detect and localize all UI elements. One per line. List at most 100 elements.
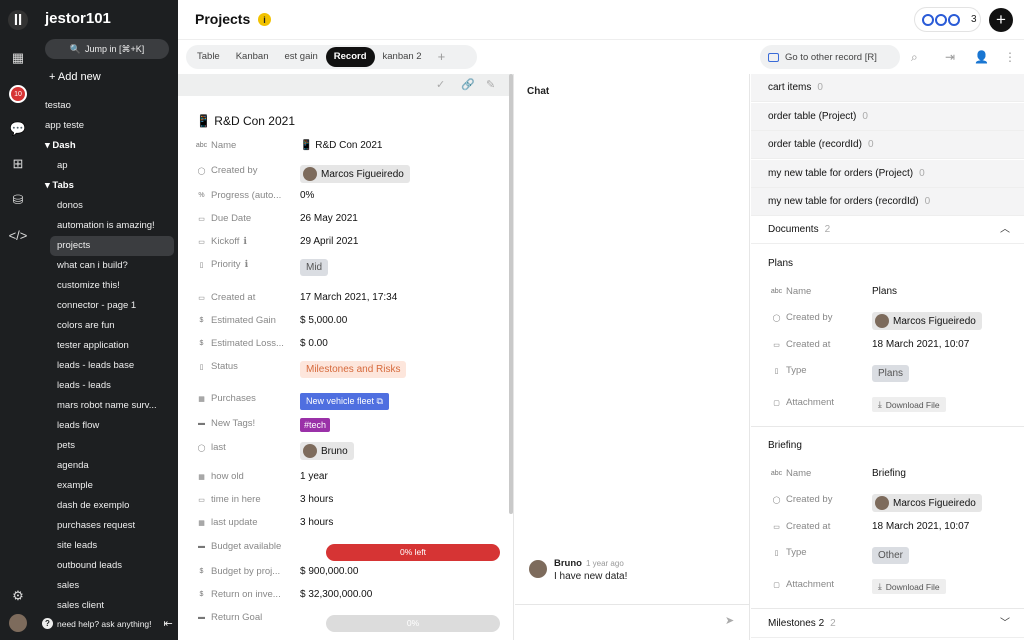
sidebar-item[interactable]: automation is amazing!	[36, 216, 178, 236]
sidebar-item[interactable]: customize this!	[36, 276, 178, 296]
exit-icon[interactable]: ⇥	[945, 50, 955, 64]
sidebar-item[interactable]: agenda	[36, 456, 178, 476]
field-value[interactable]: 18 March 2021, 10:07	[872, 521, 969, 532]
field-value[interactable]: 3 hours	[300, 517, 333, 528]
field-value[interactable]: Other	[872, 547, 910, 564]
user-avatar[interactable]	[8, 613, 28, 633]
related-table-row[interactable]: my new table for orders (Project) 0	[751, 159, 1024, 188]
jump-search-button[interactable]: 🔍 Jump in [⌘+K]	[45, 39, 169, 59]
download-file-button[interactable]: ⤓ Download File	[872, 579, 946, 594]
person-chip[interactable]: Marcos Figueiredo	[300, 165, 410, 183]
notifications-badge[interactable]: 10	[8, 84, 28, 104]
add-button[interactable]: +	[989, 8, 1013, 32]
nav-group[interactable]: ▾ Tabs	[36, 176, 178, 196]
nav-group[interactable]: ▾ Dash	[36, 136, 178, 156]
sidebar-item[interactable]: testao	[36, 96, 178, 116]
field-value[interactable]: New vehicle fleet ⧉	[300, 393, 389, 410]
field-value[interactable]: 17 March 2021, 17:34	[300, 292, 397, 303]
sidebar-item[interactable]: colors are fun	[36, 316, 178, 336]
tag-chip[interactable]: #tech	[300, 418, 331, 432]
field-value[interactable]: Marcos Figueiredo	[872, 312, 982, 331]
code-icon[interactable]: </>	[8, 225, 28, 245]
status-badge[interactable]: Mid	[300, 259, 329, 276]
goto-record-button[interactable]: Go to other record [R]	[760, 45, 900, 69]
chat-icon[interactable]: 💬	[8, 119, 28, 139]
info-icon[interactable]: i	[258, 13, 271, 26]
field-value[interactable]: #tech	[300, 418, 331, 432]
sidebar-item[interactable]: leads - leads	[36, 376, 178, 396]
field-value[interactable]: $ 5,000.00	[300, 315, 347, 326]
view-tab[interactable]: est gain	[276, 47, 325, 67]
user-icon[interactable]: 👤	[974, 50, 989, 64]
link-icon[interactable]: 🔗	[461, 78, 475, 91]
sidebar-item[interactable]: purchases request	[36, 516, 178, 536]
check-icon[interactable]: ✓	[436, 78, 445, 91]
sidebar-item[interactable]: dash de exemplo	[36, 496, 178, 516]
view-tab[interactable]: kanban 2	[375, 47, 430, 67]
sidebar-item[interactable]: what can i build?	[36, 256, 178, 276]
scrollbar[interactable]	[509, 74, 513, 514]
send-icon[interactable]: ➤	[725, 614, 734, 627]
sidebar-item[interactable]: tester application	[36, 336, 178, 356]
add-view-icon[interactable]: +	[430, 47, 454, 67]
sidebar-item[interactable]: outbound leads	[36, 556, 178, 576]
sidebar-item[interactable]: app teste	[36, 116, 178, 136]
help-button[interactable]: ? need help? ask anything! ⇤	[42, 617, 173, 630]
sidebar-item[interactable]: sales	[36, 576, 178, 596]
edit-icon[interactable]: ✎	[486, 78, 495, 91]
sidebar-item[interactable]: projects	[50, 236, 174, 256]
milestones-header[interactable]: Milestones 2 2 ﹀	[751, 610, 1024, 638]
person-chip[interactable]: Bruno	[300, 442, 354, 460]
add-new-button[interactable]: + Add new	[49, 71, 101, 83]
presence-indicator[interactable]: 3	[914, 7, 981, 32]
field-value[interactable]: 0%	[300, 190, 314, 201]
more-icon[interactable]: ⋮	[1004, 50, 1016, 64]
field-value[interactable]: 1 year	[300, 471, 328, 482]
field-value[interactable]: 18 March 2021, 10:07	[872, 339, 969, 350]
field-value[interactable]: $ 32,300,000.00	[300, 589, 372, 600]
related-table-row[interactable]: order table (recordId) 0	[751, 131, 1024, 159]
view-tab[interactable]: Record	[325, 47, 375, 67]
related-table-row[interactable]: cart items 0	[751, 74, 1024, 102]
apps-icon[interactable]: ⊞	[8, 154, 28, 174]
grid-icon[interactable]: ▦	[8, 48, 28, 68]
related-table-row[interactable]: my new table for orders (recordId) 0	[751, 188, 1024, 216]
search-icon[interactable]: ⌕	[911, 50, 918, 65]
sidebar-item[interactable]: leads - leads base	[36, 356, 178, 376]
field-value[interactable]: Bruno	[300, 442, 354, 461]
field-value[interactable]: 26 May 2021	[300, 213, 358, 224]
field-value[interactable]: 29 April 2021	[300, 236, 358, 247]
field-value[interactable]: Mid	[300, 259, 329, 276]
related-table-row[interactable]: order table (Project) 0	[751, 102, 1024, 131]
sidebar-item[interactable]: sales client	[36, 596, 178, 616]
logo-icon[interactable]: ll	[8, 10, 28, 30]
field-value[interactable]: Marcos Figueiredo	[872, 494, 982, 513]
field-value[interactable]: Briefing	[872, 468, 906, 479]
sidebar-item[interactable]: connector - page 1	[36, 296, 178, 316]
field-value[interactable]: Milestones and Risks	[300, 361, 407, 378]
sidebar-item[interactable]: donos	[36, 196, 178, 216]
view-tab[interactable]: Kanban	[228, 47, 277, 67]
status-badge[interactable]: Milestones and Risks	[300, 361, 407, 378]
sidebar-item[interactable]: ap	[36, 156, 178, 176]
field-value[interactable]: Plans	[872, 286, 897, 297]
person-chip[interactable]: Marcos Figueiredo	[872, 494, 982, 512]
sidebar-item[interactable]: leads flow	[36, 416, 178, 436]
chat-input[interactable]: ➤	[515, 604, 750, 640]
sidebar-item[interactable]: pets	[36, 436, 178, 456]
person-chip[interactable]: Marcos Figueiredo	[872, 312, 982, 330]
workspace-name[interactable]: jestor101	[45, 10, 111, 27]
field-value[interactable]: Plans	[872, 365, 910, 382]
field-value[interactable]: $ 0.00	[300, 338, 328, 349]
settings-icon[interactable]: ⚙	[8, 586, 28, 606]
field-value[interactable]: 📱 R&D Con 2021	[300, 140, 383, 151]
collapse-icon[interactable]: ⇤	[164, 617, 173, 630]
sidebar-item[interactable]: example	[36, 476, 178, 496]
linked-record-chip[interactable]: New vehicle fleet ⧉	[300, 393, 389, 410]
field-value[interactable]: Marcos Figueiredo	[300, 165, 410, 184]
field-value[interactable]: 3 hours	[300, 494, 333, 505]
download-file-button[interactable]: ⤓ Download File	[872, 397, 946, 412]
field-value[interactable]: ⤓ Download File	[872, 397, 946, 412]
documents-header[interactable]: Documents 2 ︿	[751, 216, 1024, 244]
field-value[interactable]: $ 900,000.00	[300, 566, 358, 577]
